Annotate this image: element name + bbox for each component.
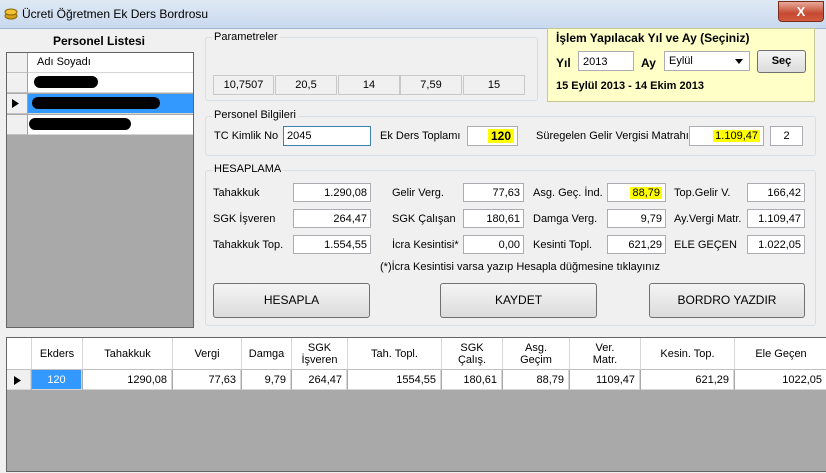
table-cell[interactable]: 264,47	[292, 370, 347, 390]
column-header[interactable]: Ekders	[32, 338, 83, 370]
date-range: 15 Eylül 2013 - 14 Ekim 2013	[556, 80, 704, 92]
icra-note: (*)İcra Kesintisi varsa yazıp Hesapla dü…	[380, 261, 661, 273]
close-button[interactable]: X	[778, 1, 824, 22]
table-cell[interactable]: 1022,05	[735, 370, 826, 390]
kesinti-label: Kesinti Topl.	[533, 239, 593, 251]
list-item-selected[interactable]	[7, 94, 193, 114]
table-cell[interactable]: 77,63	[173, 370, 241, 390]
kesinti-field: 621,29	[607, 235, 666, 254]
chevron-down-icon	[735, 59, 743, 64]
gelir-matrah-label: Süregelen Gelir Vergisi Matrahı	[536, 130, 689, 142]
ek-ders-value: 120	[487, 129, 514, 143]
bordro-grid[interactable]: Ekders Tahakkuk Vergi Damga SGK İşveren …	[6, 337, 826, 472]
year-month-title: İşlem Yapılacak Yıl ve Ay (Seçiniz)	[556, 31, 750, 45]
ele-gecen-label: ELE GEÇEN	[674, 239, 737, 251]
sgk-calisan-field: 180,61	[463, 209, 524, 228]
hesaplama-label: HESAPLAMA	[212, 163, 284, 175]
tahakkuk-top-field: 1.554,55	[293, 235, 371, 254]
column-header[interactable]: Tahakkuk	[83, 338, 173, 370]
table-cell[interactable]: 120	[32, 370, 82, 390]
ek-ders-label: Ek Ders Toplamı	[380, 130, 461, 142]
tc-input[interactable]: 2045	[283, 126, 371, 146]
asg-gec-field: 88,79	[607, 183, 666, 202]
row-selector[interactable]	[7, 370, 31, 390]
ele-gecen-field: 1.022,05	[747, 235, 805, 254]
tahakkuk-label: Tahakkuk	[213, 187, 260, 199]
kaydet-button[interactable]: KAYDET	[440, 283, 597, 318]
column-header[interactable]: Ele Geçen	[735, 338, 826, 370]
personel-grid-header: Adı Soyadı	[7, 53, 193, 73]
parametreler-label: Parametreler	[212, 31, 280, 43]
column-header[interactable]: Asg. Geçim	[503, 338, 570, 370]
redacted-name	[34, 76, 98, 88]
ay-label: Ay	[641, 56, 656, 70]
top-gelir-label: Top.Gelir V.	[674, 187, 731, 199]
table-cell[interactable]: 621,29	[641, 370, 734, 390]
gelir-verg-field: 77,63	[463, 183, 524, 202]
param-field-5: 15	[463, 75, 525, 95]
table-cell[interactable]: 9,79	[242, 370, 291, 390]
personel-bilgileri-label: Personel Bilgileri	[212, 109, 298, 121]
redacted-name	[29, 118, 131, 130]
sgk-calisan-label: SGK Çalışan	[392, 213, 456, 225]
gelir-matrah-field: 1.109,47	[689, 126, 764, 146]
top-gelir-field: 166,42	[747, 183, 805, 202]
param-field-3: 14	[338, 75, 400, 95]
asg-gec-label: Asg. Geç. İnd.	[533, 187, 603, 199]
personel-grid[interactable]: Adı Soyadı	[6, 52, 194, 328]
icra-label: İcra Kesintisi*	[392, 239, 459, 251]
table-cell[interactable]: 1554,55	[348, 370, 441, 390]
param-field-1: 10,7507	[213, 75, 274, 95]
column-header[interactable]: Damga	[242, 338, 292, 370]
ay-vergi-label: Ay.Vergi Matr.	[674, 213, 742, 225]
row-pointer-icon	[12, 99, 19, 108]
yil-input[interactable]: 2013	[578, 51, 634, 71]
column-header[interactable]: SGK Çalış.	[442, 338, 503, 370]
ay-select[interactable]: Eylül	[664, 51, 750, 71]
table-cell[interactable]: 1290,08	[83, 370, 172, 390]
tahakkuk-top-label: Tahakkuk Top.	[213, 239, 284, 251]
tc-label: TC Kimlik No	[214, 130, 279, 142]
table-cell[interactable]: 180,61	[442, 370, 502, 390]
row-pointer-icon	[14, 376, 21, 385]
ek-ders-field: 120	[467, 126, 518, 146]
hesapla-button[interactable]: HESAPLA	[213, 283, 370, 318]
damga-field: 9,79	[607, 209, 666, 228]
tahakkuk-field: 1.290,08	[293, 183, 371, 202]
window-title: Ücreti Öğretmen Ek Ders Bordrosu	[22, 7, 209, 21]
title-bar[interactable]: Ücreti Öğretmen Ek Ders Bordrosu X	[0, 0, 826, 29]
sgk-isveren-field: 264,47	[293, 209, 371, 228]
personel-list-title: Personel Listesi	[52, 34, 146, 48]
column-header[interactable]: SGK İşveren	[292, 338, 348, 370]
column-header[interactable]: Tah. Topl.	[348, 338, 442, 370]
damga-label: Damga Verg.	[533, 213, 598, 225]
sec-button[interactable]: Seç	[757, 50, 806, 73]
yil-label: Yıl	[556, 56, 571, 70]
year-month-panel: İşlem Yapılacak Yıl ve Ay (Seçiniz) Yıl …	[547, 28, 815, 102]
column-header-adi-soyadi[interactable]: Adı Soyadı	[37, 56, 91, 68]
asg-gec-value: 88,79	[630, 187, 662, 199]
column-header[interactable]: Ver. Matr.	[570, 338, 641, 370]
gelir-matrah-value: 1.109,47	[713, 130, 760, 142]
param-field-4: 7,59	[400, 75, 462, 95]
gelir-verg-label: Gelir Verg.	[392, 187, 444, 199]
column-header[interactable]: Kesin. Top.	[641, 338, 735, 370]
grid-corner	[7, 338, 32, 370]
icra-input[interactable]: 0,00	[463, 235, 524, 254]
param-field-2: 20,5	[275, 75, 337, 95]
coins-icon	[4, 8, 18, 20]
list-item[interactable]	[7, 115, 193, 135]
ay-select-value: Eylül	[669, 55, 693, 67]
extra-field[interactable]: 2	[770, 126, 803, 146]
redacted-name	[32, 97, 160, 109]
table-cell[interactable]: 88,79	[503, 370, 569, 390]
ay-vergi-field: 1.109,47	[747, 209, 805, 228]
table-cell[interactable]: 1109,47	[570, 370, 640, 390]
bordro-yazdir-button[interactable]: BORDRO YAZDIR	[649, 283, 805, 318]
list-item[interactable]	[7, 73, 193, 93]
sgk-isveren-label: SGK İşveren	[213, 213, 276, 225]
column-header[interactable]: Vergi	[173, 338, 242, 370]
